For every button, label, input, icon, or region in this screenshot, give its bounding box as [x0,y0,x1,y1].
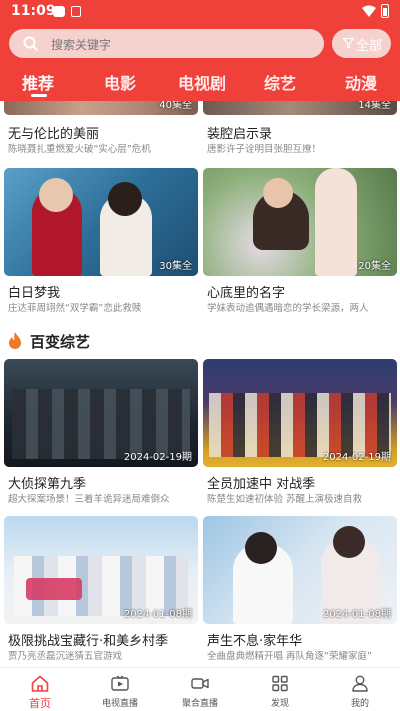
video-card[interactable]: 2024-02-19期 全员加速中 对战季 陈楚生如速初体验 苏醒上演极速自救 [203,359,397,507]
filter-icon [343,38,354,49]
video-poster: 20集全 [203,168,397,276]
user-icon [352,675,368,692]
episode-badge: 2024-02-19期 [322,452,391,463]
search-icon [23,36,38,51]
tab-movies[interactable]: 电影 [104,70,136,94]
poster-figure-shape [263,178,293,208]
episode-badge: 30集全 [159,261,192,272]
video-card[interactable]: 30集全 白日梦我 庄达菲周翊然“双学霸”恋此救赎 [4,168,198,316]
filter-all-button[interactable]: 全部 [332,29,391,58]
tab-tv-series[interactable]: 电视剧 [178,70,226,94]
nav-label: 首页 [29,697,51,710]
nav-label: 电视直播 [101,699,138,709]
status-time: 11:09 [11,3,56,19]
search-input[interactable]: 搜索关键字 [9,29,324,58]
bottom-navigation: 首页 电视直播 聚合直播 发现 我的 [0,667,400,711]
main-content[interactable]: 40集全 无与伦比的美丽 陈晓聂扎重燃爱火破“实心层”危机 14集全 装腔启示录… [0,101,400,667]
video-card[interactable]: 14集全 装腔启示录 唐影许子诠明目张胆互撩！ [203,101,397,155]
discover-grid-icon [272,675,288,692]
video-card[interactable]: 2024-02-19期 大侦探第九季 超大探案场景！三着羊诡异迷局难倒众 [4,359,198,507]
tv-live-icon [111,675,129,691]
tab-anime[interactable]: 动漫 [345,70,377,94]
nav-discover[interactable]: 发现 [240,668,320,711]
video-title: 无与伦比的美丽 [8,127,100,142]
episode-badge: 2024-02-19期 [123,452,192,463]
wifi-icon [362,5,376,17]
video-card[interactable]: 40集全 无与伦比的美丽 陈晓聂扎重燃爱火破“实心层”危机 [4,101,198,155]
episode-badge: 2024-01-08期 [322,609,391,620]
nav-label: 发现 [270,699,289,709]
video-desc: 唐影许子诠明目张胆互撩！ [207,144,322,155]
video-title: 装腔启示录 [207,127,273,142]
home-icon [31,675,49,692]
category-tabs: 推荐 电影 电视剧 综艺 动漫 [0,70,400,98]
video-desc: 贾乃亮丞磊沉迷猜五官游戏 [8,651,123,662]
nav-label: 我的 [350,699,369,709]
nav-aggregate-live[interactable]: 聚合直播 [160,668,240,711]
video-desc: 超大探案场景！三着羊诡异迷局难倒众 [8,494,170,505]
poster-figure-shape [315,168,357,276]
search-placeholder: 搜索关键字 [51,38,112,52]
episode-badge: 20集全 [358,261,391,272]
episode-badge: 14集全 [358,101,391,111]
video-title: 白日梦我 [8,286,61,301]
video-poster: 14集全 [203,101,397,115]
video-title: 声生不息·家年华 [207,634,303,649]
notification-a-icon [71,6,81,17]
nav-label: 聚合直播 [181,699,218,709]
video-poster: 2024-01-08期 [4,516,198,624]
video-title: 心底里的名字 [207,286,286,301]
video-poster: 30集全 [4,168,198,276]
active-tab-indicator [31,94,47,97]
poster-logo-shape [26,578,82,600]
filter-label: 全部 [356,39,383,54]
app-header: 11:09 搜索关键字 全部 推荐 电影 电视剧 综艺 动漫 [0,0,400,101]
video-poster: 40集全 [4,101,198,115]
nav-profile[interactable]: 我的 [320,668,400,711]
video-poster: 2024-02-19期 [4,359,198,467]
nav-home[interactable]: 首页 [0,668,80,711]
poster-figure-shape [333,526,365,558]
episode-badge: 2024-01-08期 [123,609,192,620]
video-desc: 陈楚生如速初体验 苏醒上演极速自救 [207,494,363,505]
video-poster: 2024-01-08期 [203,516,397,624]
video-camera-icon [191,678,209,689]
tab-recommend[interactable]: 推荐 [22,70,54,94]
video-title: 全员加速中 对战季 [207,477,316,492]
poster-figure-shape [39,178,73,212]
video-title: 大侦探第九季 [8,477,87,492]
nav-tv-live[interactable]: 电视直播 [80,668,160,711]
status-bar: 11:09 [0,0,400,24]
poster-figure-shape [245,532,277,564]
video-desc: 全曲盘典燃精开唱 再队角逐“荣耀家庭” [207,651,372,662]
video-desc: 陈晓聂扎重燃爱火破“实心层”危机 [8,144,151,155]
section-title: 百变综艺 [30,333,91,351]
video-poster: 2024-02-19期 [203,359,397,467]
video-card[interactable]: 2024-01-08期 极限挑战宝藏行·和美乡村季 贾乃亮丞磊沉迷猜五官游戏 [4,516,198,664]
video-title: 极限挑战宝藏行·和美乡村季 [8,634,169,649]
tab-variety[interactable]: 综艺 [264,70,296,94]
episode-badge: 40集全 [159,101,192,111]
video-card[interactable]: 20集全 心底里的名字 学妹表动追偶遇暗恋的学长梁源，两人 [203,168,397,316]
video-desc: 庄达菲周翊然“双学霸”恋此救赎 [8,303,142,314]
video-card[interactable]: 2024-01-08期 声生不息·家年华 全曲盘典燃精开唱 再队角逐“荣耀家庭” [203,516,397,664]
fire-icon [9,332,21,349]
video-desc: 学妹表动追偶遇暗恋的学长梁源，两人 [207,303,369,314]
notification-app-icon [53,6,65,17]
battery-icon [381,4,389,18]
poster-figure-shape [108,182,142,216]
